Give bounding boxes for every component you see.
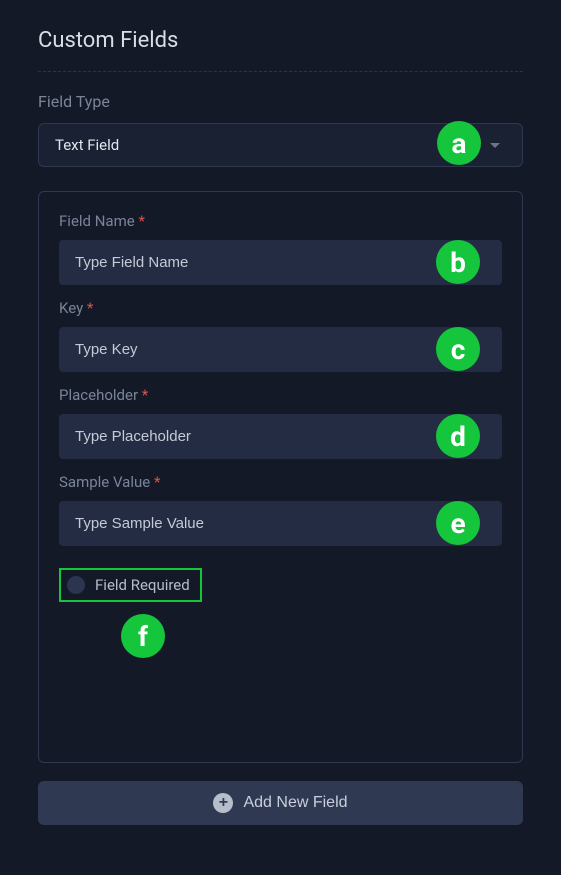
field-type-selected: Text Field [55,136,119,154]
chevron-down-icon [490,143,500,148]
required-asterisk: * [142,386,148,404]
field-config-box: Field Name * b Key * c Placeholder * d S… [38,191,523,763]
placeholder-label-text: Placeholder [59,386,138,404]
key-label: Key * [59,299,502,317]
required-asterisk: * [154,473,160,491]
field-type-select[interactable]: Text Field [38,123,523,167]
placeholder-input[interactable] [59,414,502,459]
section-title: Custom Fields [38,28,523,53]
divider [38,71,523,72]
marker-f: f [121,614,165,658]
field-name-input[interactable] [59,240,502,285]
add-new-field-label: Add New Field [243,794,347,812]
required-asterisk: * [138,212,144,230]
field-type-label: Field Type [38,92,523,111]
checkbox-icon [67,576,85,594]
sample-value-label: Sample Value * [59,473,502,491]
sample-value-label-text: Sample Value [59,473,150,491]
field-required-checkbox[interactable]: Field Required [59,568,202,602]
key-input[interactable] [59,327,502,372]
required-asterisk: * [87,299,93,317]
field-name-label-text: Field Name [59,212,135,230]
placeholder-label: Placeholder * [59,386,502,404]
sample-value-input[interactable] [59,501,502,546]
add-new-field-button[interactable]: + Add New Field [38,781,523,825]
field-name-label: Field Name * [59,212,502,230]
plus-circle-icon: + [213,793,233,813]
field-required-label: Field Required [95,576,190,594]
key-label-text: Key [59,299,83,317]
